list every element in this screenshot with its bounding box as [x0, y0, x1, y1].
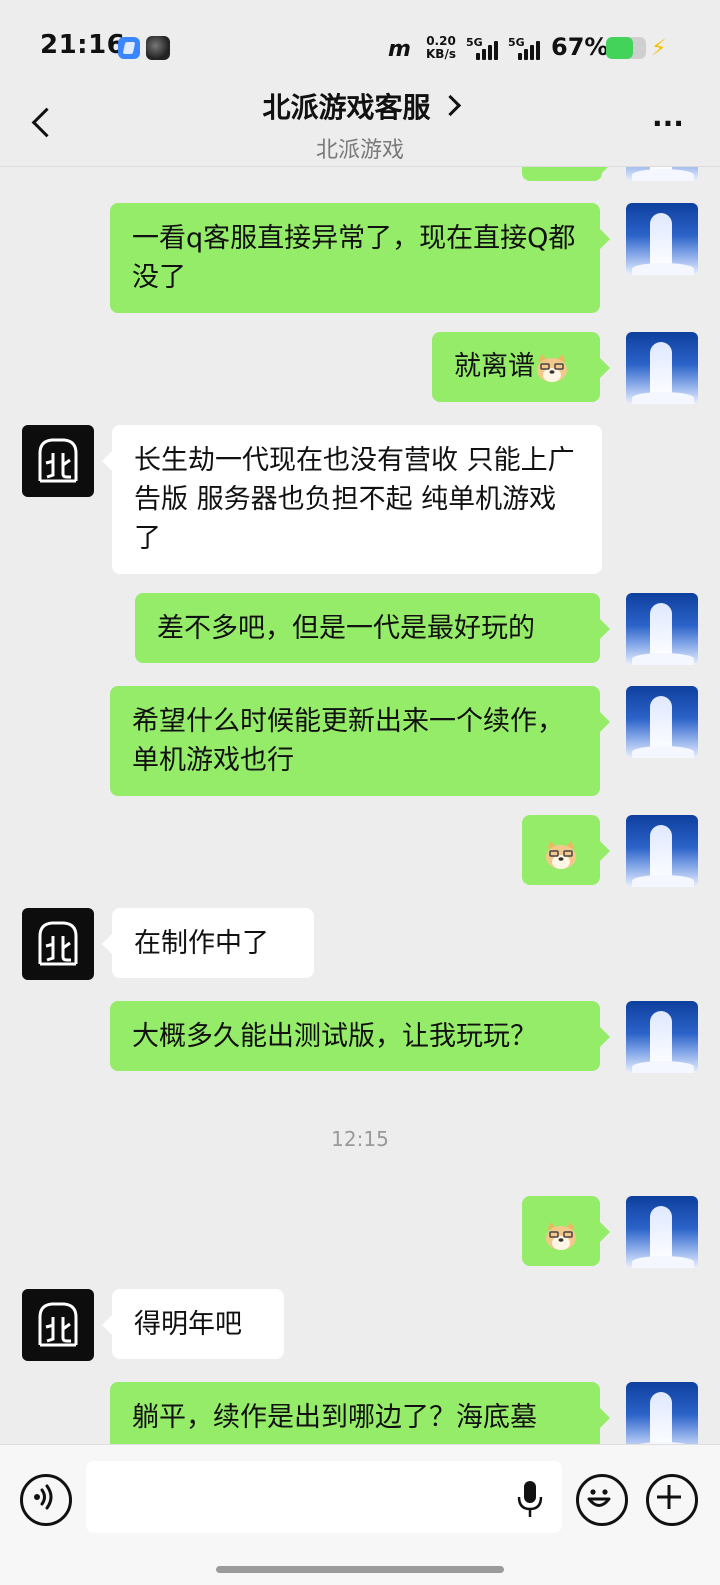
my-avatar[interactable]	[626, 1382, 698, 1444]
my-avatar[interactable]	[626, 1001, 698, 1073]
charging-icon: ⚡	[651, 36, 667, 61]
signal-sim1-icon: 5G	[466, 36, 500, 60]
chat-title-link[interactable]: 北派游戏客服	[0, 86, 720, 126]
message-input[interactable]	[86, 1461, 562, 1533]
battery-percent: 67%	[551, 33, 609, 61]
input-bar	[0, 1444, 720, 1585]
chat-timestamp: 12:15	[331, 1127, 389, 1151]
message-bubble[interactable]: 差不多吧，但是一代是最好玩的	[135, 593, 610, 663]
network-speed: 0.20 KB/s	[426, 35, 456, 61]
doge-sticker-icon	[537, 353, 567, 382]
message-bubble[interactable]	[522, 1196, 610, 1266]
message-bubble[interactable]	[522, 815, 610, 885]
chat-title: 北派游戏客服	[262, 91, 431, 124]
message-bubble[interactable]: 大概多久能出测试版，让我玩玩？	[110, 1001, 610, 1071]
message-bubble[interactable]: 一看q客服直接异常了，现在直接Q都没了	[110, 203, 610, 313]
my-avatar[interactable]	[626, 203, 698, 275]
message-bubble-partial[interactable]	[522, 167, 612, 181]
chat-subtitle: 北派游戏	[315, 138, 404, 163]
network-speed-unit: KB/s	[426, 47, 456, 61]
doge-sticker-icon	[546, 1221, 576, 1250]
doge-sticker-icon	[546, 840, 576, 869]
home-indicator[interactable]	[216, 1566, 504, 1573]
service-avatar[interactable]	[22, 425, 94, 497]
voice-icon	[34, 1484, 53, 1510]
emoji-button[interactable]	[576, 1474, 628, 1526]
message-text: 就离谱	[454, 351, 535, 382]
network-speed-icon: m	[388, 37, 411, 62]
plus-icon	[657, 1485, 681, 1509]
message-bubble[interactable]: 希望什么时候能更新出来一个续作，单机游戏也行	[110, 686, 610, 796]
more-options-button[interactable]: ···	[648, 104, 688, 144]
sim1-network-type: 5G	[466, 36, 483, 49]
my-avatar[interactable]	[626, 686, 698, 758]
message-bubble[interactable]: 在制作中了	[102, 908, 314, 978]
my-avatar[interactable]	[626, 332, 698, 404]
signal-sim2-icon: 5G	[508, 36, 542, 60]
notification-app-icon	[118, 37, 140, 59]
service-avatar[interactable]	[22, 1289, 94, 1361]
battery-icon	[606, 37, 646, 59]
sim2-network-type: 5G	[508, 36, 525, 49]
chevron-right-icon	[439, 94, 461, 117]
more-functions-button[interactable]	[646, 1474, 698, 1526]
beipai-logo-icon	[38, 921, 78, 966]
beipai-logo-icon	[38, 438, 78, 483]
microphone-icon[interactable]	[515, 1479, 545, 1519]
status-time: 21:16	[40, 30, 126, 60]
my-avatar[interactable]	[626, 1196, 698, 1268]
message-bubble[interactable]: 躺平，续作是出到哪边了？海底墓	[110, 1382, 610, 1444]
beipai-logo-icon	[38, 1302, 78, 1347]
emoji-icon	[587, 1489, 611, 1507]
message-bubble[interactable]: 就离谱	[432, 332, 610, 402]
message-list[interactable]: 一看q客服直接异常了，现在直接Q都没了 就离谱 长生劫一代现在也没有营收 只能上…	[0, 167, 720, 1444]
chat-header: 北派游戏客服 北派游戏 ···	[0, 80, 720, 167]
message-bubble[interactable]: 长生劫一代现在也没有营收 只能上广告版 服务器也负担不起 纯单机游戏了	[102, 425, 602, 574]
my-avatar[interactable]	[626, 815, 698, 887]
message-bubble[interactable]: 得明年吧	[102, 1289, 284, 1359]
my-avatar[interactable]	[626, 167, 698, 181]
notification-game-icon	[146, 36, 170, 60]
service-avatar[interactable]	[22, 908, 94, 980]
voice-mode-button[interactable]	[20, 1474, 72, 1526]
my-avatar[interactable]	[626, 593, 698, 665]
